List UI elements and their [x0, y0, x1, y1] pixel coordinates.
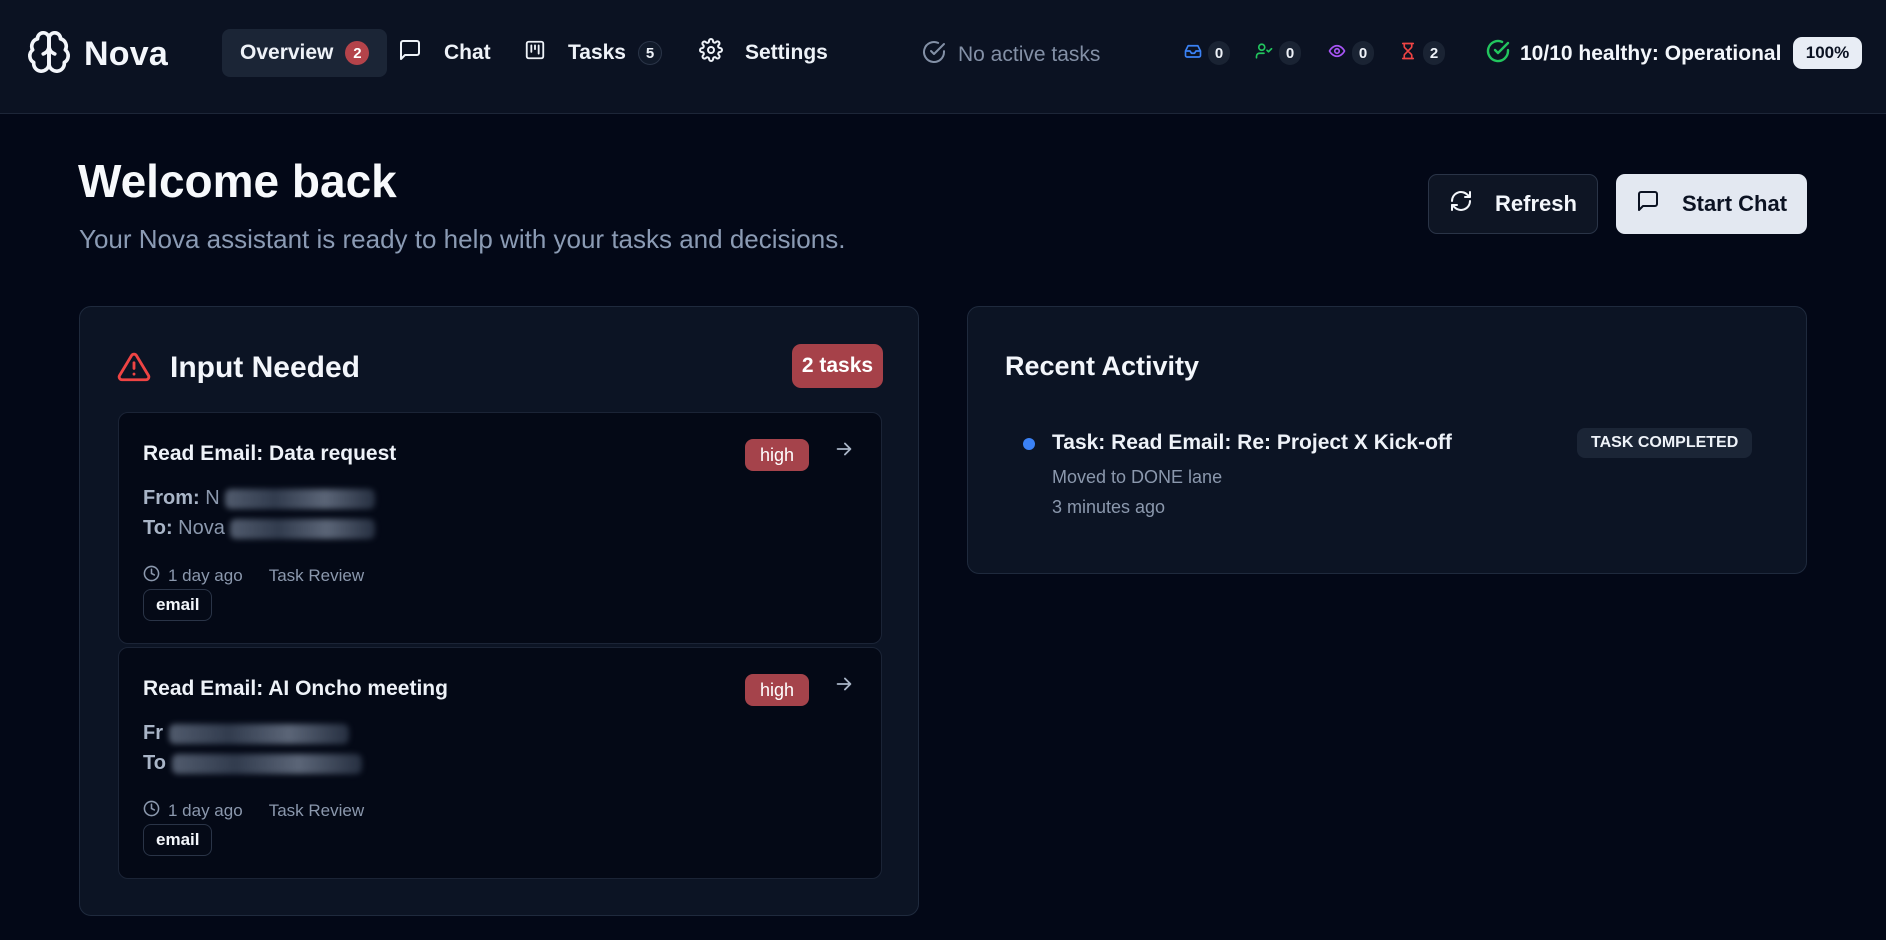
task-title: Read Email: AI Oncho meeting [143, 677, 448, 700]
brain-icon [26, 29, 72, 80]
priority-badge: high [745, 674, 809, 706]
tasks-count-badge: 5 [638, 41, 662, 65]
input-needed-count-badge: 2 tasks [792, 344, 883, 388]
task-time: 1 day ago [168, 801, 243, 820]
stat-watching-count: 0 [1352, 41, 1374, 65]
eye-icon [1328, 42, 1346, 65]
stat-inbox-count: 0 [1208, 41, 1230, 65]
to-label: To [143, 752, 166, 774]
email-from: Fr [143, 722, 349, 745]
redacted-text [168, 723, 349, 744]
email-to: To: Nova [143, 517, 376, 540]
task-title: Read Email: Data request [143, 442, 397, 465]
brand-name: Nova [84, 35, 168, 73]
activity-time: 3 minutes ago [1052, 497, 1166, 517]
to-value: Nova [178, 517, 225, 539]
page-title: Welcome back [78, 155, 397, 207]
input-needed-card: Input Needed 2 tasks Read Email: Data re… [79, 306, 919, 916]
page-subtitle: Your Nova assistant is ready to help wit… [79, 224, 846, 254]
priority-badge: high [745, 439, 809, 471]
top-navigation-bar: Nova Overview 2 Chat Tasks 5 Settings No… [0, 0, 1886, 114]
recent-activity-title: Recent Activity [1005, 351, 1200, 381]
arrow-right-icon[interactable] [833, 673, 855, 700]
stat-waiting[interactable]: 2 [1399, 41, 1445, 65]
task-meta: 1 day ago Task Review [143, 800, 364, 822]
active-tasks-text: No active tasks [958, 43, 1101, 66]
activity-subtitle: Moved to DONE lane [1052, 467, 1223, 487]
email-from: From: N [143, 487, 376, 510]
check-circle-icon [1486, 39, 1510, 69]
overview-count-badge: 2 [345, 41, 370, 65]
active-tasks-status: No active tasks [922, 40, 1100, 70]
nav-overview[interactable]: Overview 2 [222, 29, 388, 77]
task-stage: Task Review [268, 566, 365, 585]
system-health[interactable]: 10/10 healthy: Operational [1486, 39, 1781, 69]
redacted-text [171, 753, 362, 774]
refresh-icon [1449, 189, 1473, 219]
health-percent-badge: 100% [1793, 37, 1862, 69]
clock-icon [143, 565, 160, 587]
activity-status-badge: TASK COMPLETED [1577, 428, 1753, 458]
health-text: 10/10 healthy: Operational [1520, 42, 1782, 65]
email-to: To [143, 752, 362, 775]
alert-triangle-icon [116, 350, 152, 389]
task-tag: email [143, 824, 213, 856]
redacted-text [230, 518, 376, 539]
from-value: N [205, 487, 220, 509]
kanban-icon [524, 39, 546, 67]
task-card[interactable]: Read Email: Data request high From: N To… [118, 412, 882, 644]
clock-icon [143, 800, 160, 822]
stat-watching[interactable]: 0 [1328, 41, 1374, 65]
redacted-text [225, 488, 376, 509]
nav-chat-label: Chat [444, 41, 491, 64]
inbox-icon [1184, 42, 1202, 65]
hourglass-icon [1399, 42, 1417, 65]
chat-icon [398, 38, 422, 68]
task-card[interactable]: Read Email: AI Oncho meeting high Fr To … [118, 647, 882, 879]
start-chat-label: Start Chat [1681, 191, 1788, 216]
task-meta: 1 day ago Task Review [143, 565, 364, 587]
refresh-label: Refresh [1495, 191, 1577, 216]
stat-inbox[interactable]: 0 [1184, 41, 1230, 65]
user-check-icon [1255, 42, 1273, 65]
chat-icon [1636, 189, 1660, 219]
arrow-right-icon[interactable] [833, 438, 855, 465]
nav-settings[interactable]: Settings [699, 29, 828, 77]
refresh-button[interactable]: Refresh [1428, 174, 1598, 234]
stat-waiting-count: 2 [1423, 41, 1445, 65]
stat-assigned[interactable]: 0 [1255, 41, 1301, 65]
from-label: From: [143, 487, 200, 509]
task-time: 1 day ago [168, 566, 243, 585]
nav-tasks[interactable]: Tasks 5 [524, 29, 662, 77]
task-stage: Task Review [268, 801, 365, 820]
to-label: To: [143, 517, 173, 539]
activity-title: Task: Read Email: Re: Project X Kick-off [1052, 431, 1452, 454]
stat-assigned-count: 0 [1279, 41, 1301, 65]
nav-settings-label: Settings [745, 41, 828, 64]
nav-chat[interactable]: Chat [398, 29, 491, 77]
activity-dot [1023, 438, 1035, 450]
gear-icon [699, 38, 723, 68]
start-chat-button[interactable]: Start Chat [1616, 174, 1807, 234]
brand[interactable]: Nova [26, 29, 168, 80]
from-label: Fr [143, 722, 163, 744]
nav-overview-label: Overview [240, 41, 334, 64]
input-needed-title: Input Needed [170, 351, 361, 384]
nav-tasks-label: Tasks [568, 41, 626, 64]
check-circle-icon [922, 40, 946, 70]
task-tag: email [143, 589, 213, 621]
recent-activity-card: Recent Activity Task: Read Email: Re: Pr… [967, 306, 1807, 574]
